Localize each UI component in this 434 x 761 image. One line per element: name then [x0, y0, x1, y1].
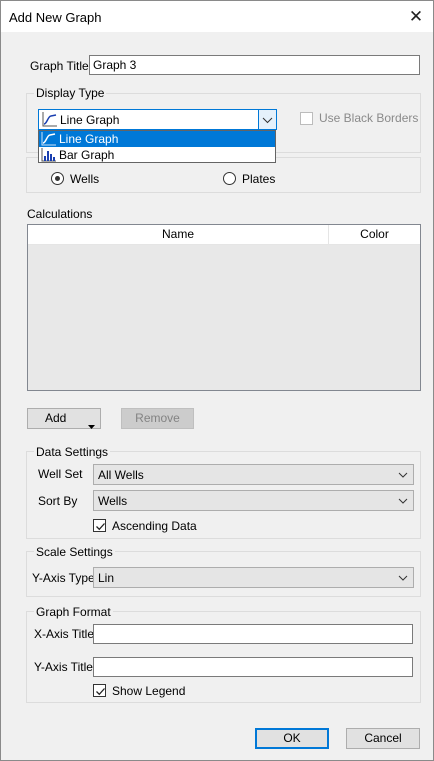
wells-radio-label: Wells — [70, 172, 100, 186]
caret-down-icon — [88, 416, 95, 435]
display-type-value: Line Graph — [60, 113, 120, 127]
checkmark-icon — [96, 523, 105, 531]
checkmark-icon — [96, 688, 105, 696]
display-type-dropdown-list[interactable]: Line Graph Bar Graph — [38, 130, 276, 163]
graph-title-input[interactable]: Graph 3 — [89, 55, 420, 75]
y-axis-title-label: Y-Axis Title — [34, 660, 93, 674]
well-set-label: Well Set — [38, 467, 83, 481]
graph-format-group-label: Graph Format — [34, 605, 113, 619]
remove-button[interactable]: Remove — [121, 408, 194, 429]
data-settings-group-label: Data Settings — [34, 445, 111, 459]
dropdown-option-bar-graph[interactable]: Bar Graph — [39, 147, 275, 163]
use-black-borders-checkbox[interactable] — [300, 112, 313, 125]
scale-settings-group-label: Scale Settings — [34, 545, 115, 559]
column-header-name[interactable]: Name — [28, 225, 329, 245]
x-axis-title-label: X-Axis Title — [34, 627, 95, 641]
y-axis-type-label: Y-Axis Type — [32, 571, 95, 585]
radio-selected-dot — [55, 176, 60, 181]
plates-radio-label: Plates — [242, 172, 276, 186]
show-legend-checkbox[interactable] — [93, 684, 106, 697]
use-black-borders-label: Use Black Borders — [319, 111, 419, 125]
graph-title-label: Graph Title — [30, 59, 89, 73]
wells-radio[interactable] — [51, 172, 64, 185]
y-axis-type-select[interactable]: Lin — [93, 567, 414, 588]
cancel-button[interactable]: Cancel — [346, 728, 420, 749]
dropdown-option-line-graph[interactable]: Line Graph — [39, 131, 275, 147]
well-set-value: All Wells — [98, 468, 144, 482]
calculations-list[interactable]: Name Color — [27, 224, 421, 391]
chevron-down-icon — [396, 491, 410, 510]
calculations-label: Calculations — [27, 207, 93, 221]
sort-by-value: Wells — [98, 494, 128, 508]
display-type-group-label: Display Type — [34, 86, 107, 100]
chevron-down-icon[interactable] — [258, 110, 276, 129]
sort-by-select[interactable]: Wells — [93, 490, 414, 511]
close-icon[interactable]: ✕ — [399, 1, 433, 32]
show-legend-label: Show Legend — [112, 684, 186, 698]
dropdown-option-label: Line Graph — [59, 132, 119, 146]
line-graph-icon — [42, 112, 58, 130]
dropdown-option-label: Bar Graph — [59, 148, 115, 162]
x-axis-title-input[interactable] — [93, 624, 413, 644]
sort-by-label: Sort By — [38, 494, 78, 508]
window-title: Add New Graph — [9, 10, 102, 25]
display-type-combo[interactable]: Line Graph — [38, 109, 277, 130]
add-button[interactable]: Add — [27, 408, 101, 429]
chevron-down-icon — [396, 568, 410, 587]
well-set-select[interactable]: All Wells — [93, 464, 414, 485]
y-axis-type-value: Lin — [98, 571, 115, 585]
chevron-down-icon — [396, 465, 410, 484]
ok-button[interactable]: OK — [255, 728, 329, 749]
plates-radio[interactable] — [223, 172, 236, 185]
ascending-data-label: Ascending Data — [112, 519, 197, 533]
add-button-label: Add — [45, 411, 67, 425]
column-header-color[interactable]: Color — [329, 225, 420, 245]
bar-graph-icon — [41, 148, 57, 166]
calculations-list-body — [28, 245, 420, 390]
title-bar: Add New Graph ✕ — [1, 1, 433, 32]
ascending-data-checkbox[interactable] — [93, 519, 106, 532]
y-axis-title-input[interactable] — [93, 657, 413, 677]
add-new-graph-dialog: Add New Graph ✕ Graph Title Graph 3 Disp… — [0, 0, 434, 761]
